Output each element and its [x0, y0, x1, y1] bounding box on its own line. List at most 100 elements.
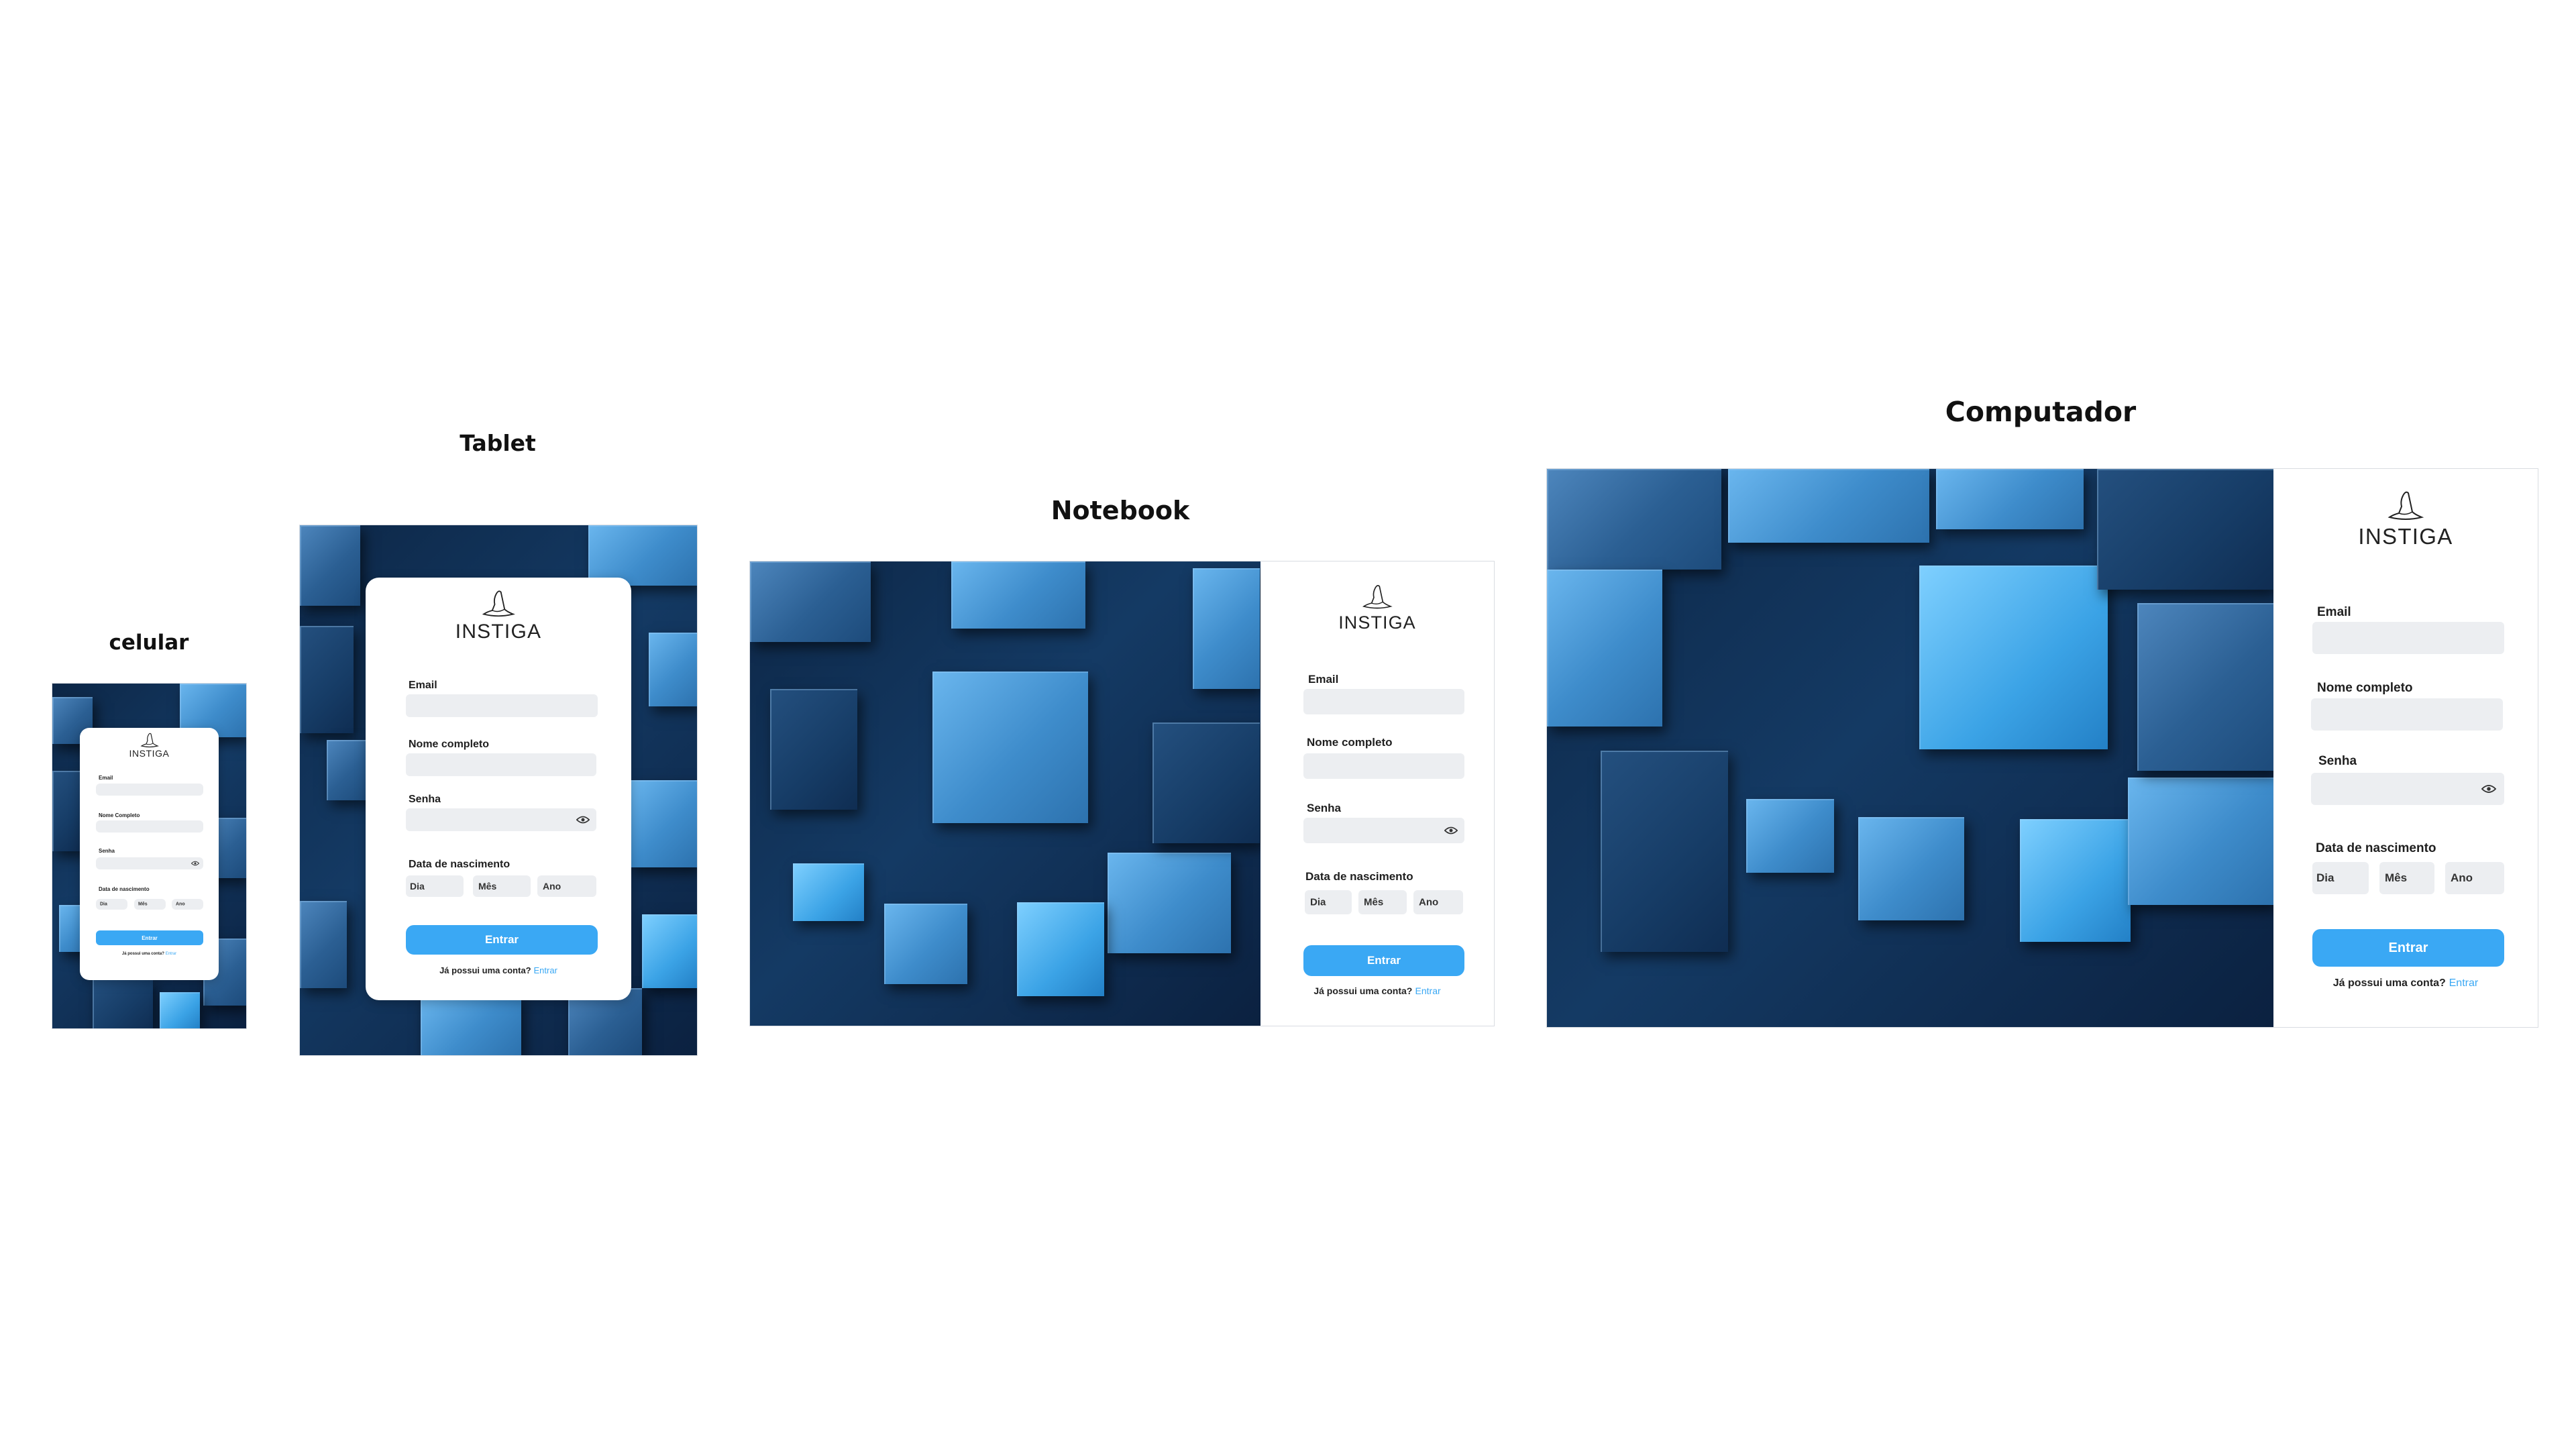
- password-field[interactable]: [1303, 818, 1464, 843]
- email-field[interactable]: [1303, 689, 1464, 714]
- cube-shape: [1547, 469, 1721, 570]
- cube-shape: [421, 995, 521, 1055]
- password-field[interactable]: [96, 857, 203, 869]
- submit-button[interactable]: Entrar: [1303, 945, 1464, 976]
- day-field[interactable]: Dia: [2312, 862, 2369, 894]
- day-label: Dia: [2316, 871, 2334, 884]
- eye-icon[interactable]: [576, 816, 590, 824]
- cube-shape: [1017, 902, 1104, 996]
- password-label: Senha: [1307, 802, 1342, 814]
- month-label: Mês: [1364, 896, 1384, 908]
- name-label: Nome completo: [1307, 736, 1393, 749]
- login-prompt: Já possui uma conta? Entrar: [366, 965, 631, 975]
- birthdate-label: Data de nascimento: [409, 859, 511, 870]
- email-field[interactable]: [406, 694, 598, 717]
- login-link[interactable]: Entrar: [1415, 985, 1441, 996]
- year-field[interactable]: Ano: [1413, 890, 1463, 914]
- name-label: Nome Completo: [99, 812, 140, 818]
- day-field[interactable]: Dia: [96, 899, 127, 910]
- birthdate-label: Data de nascimento: [2316, 841, 2436, 855]
- wizard-hat-icon: [2387, 491, 2424, 520]
- name-field[interactable]: [1303, 753, 1464, 779]
- month-label: Mês: [138, 902, 148, 907]
- day-field[interactable]: Dia: [406, 875, 464, 897]
- cube-shape: [750, 561, 871, 642]
- login-prompt: Já possui uma conta? Entrar: [1260, 985, 1494, 996]
- login-link[interactable]: Entrar: [166, 952, 176, 956]
- cube-shape: [300, 525, 360, 606]
- cube-shape: [793, 863, 864, 921]
- month-field[interactable]: Mês: [1358, 890, 1407, 914]
- cube-shape: [588, 525, 697, 586]
- phone-mockup: INSTIGA Email Nome Completo Senha Data d…: [52, 683, 247, 1029]
- desktop-mockup: INSTIGA Email Nome completo Senha Data d…: [1546, 468, 2538, 1028]
- tablet-mockup: INSTIGA Email Nome completo Senha Data d…: [299, 525, 698, 1056]
- year-field[interactable]: Ano: [172, 899, 203, 910]
- cube-shape: [2128, 777, 2273, 905]
- month-label: Mês: [478, 881, 497, 892]
- year-label: Ano: [2451, 871, 2473, 884]
- submit-button[interactable]: Entrar: [2312, 929, 2504, 967]
- desktop-title: Computador: [1945, 396, 2137, 428]
- phone-title: celular: [109, 631, 189, 655]
- login-prompt: Já possui uma conta? Entrar: [80, 952, 219, 956]
- login-prompt-text: Já possui uma conta?: [439, 965, 531, 975]
- cube-background: [750, 561, 1260, 1026]
- month-field[interactable]: Mês: [473, 875, 531, 897]
- notebook-title: Notebook: [1051, 496, 1190, 525]
- cube-shape: [52, 771, 83, 851]
- month-label: Mês: [2385, 871, 2408, 884]
- submit-button[interactable]: Entrar: [96, 930, 203, 945]
- name-field[interactable]: [96, 820, 203, 833]
- cube-shape: [93, 979, 153, 1028]
- year-field[interactable]: Ano: [537, 875, 596, 897]
- password-field[interactable]: [2311, 773, 2504, 805]
- cube-shape: [1858, 817, 1964, 920]
- day-label: Dia: [410, 881, 425, 892]
- cube-shape: [2097, 469, 2273, 590]
- tablet-title: Tablet: [460, 430, 536, 456]
- cube-shape: [1193, 568, 1260, 689]
- brand-name: INSTIGA: [129, 748, 170, 759]
- name-field[interactable]: [406, 753, 596, 776]
- login-link[interactable]: Entrar: [534, 965, 557, 975]
- brand-logo: INSTIGA: [1260, 583, 1494, 633]
- login-link[interactable]: Entrar: [2449, 977, 2479, 989]
- cube-shape: [300, 901, 347, 988]
- cube-shape: [300, 626, 354, 733]
- password-label: Senha: [409, 794, 441, 805]
- password-label: Senha: [99, 848, 115, 854]
- eye-icon[interactable]: [1444, 826, 1458, 835]
- year-field[interactable]: Ano: [2445, 862, 2504, 894]
- birthdate-label: Data de nascimento: [1305, 870, 1413, 883]
- name-field[interactable]: [2311, 698, 2503, 731]
- cube-shape: [1728, 469, 1929, 543]
- login-panel: INSTIGA Email Nome completo Senha Data d…: [2273, 469, 2538, 1027]
- month-field[interactable]: Mês: [2379, 862, 2434, 894]
- cube-shape: [1108, 853, 1231, 953]
- wizard-hat-icon: [482, 590, 515, 617]
- cube-shape: [2020, 819, 2131, 942]
- cube-shape: [160, 992, 200, 1028]
- month-field[interactable]: Mês: [134, 899, 166, 910]
- email-field[interactable]: [96, 784, 203, 796]
- cube-shape: [642, 914, 697, 988]
- name-label: Nome completo: [409, 739, 490, 750]
- brand-logo: INSTIGA: [366, 588, 631, 643]
- brand-logo: INSTIGA: [2273, 489, 2538, 549]
- submit-button[interactable]: Entrar: [406, 925, 598, 955]
- password-field[interactable]: [406, 808, 596, 831]
- day-field[interactable]: Dia: [1305, 890, 1352, 914]
- cube-shape: [770, 689, 857, 810]
- cube-background: [1547, 469, 2273, 1027]
- eye-icon[interactable]: [2481, 784, 2496, 794]
- name-label: Nome completo: [2317, 681, 2413, 695]
- year-label: Ano: [176, 902, 185, 907]
- email-field[interactable]: [2312, 622, 2504, 654]
- login-prompt-text: Já possui uma conta?: [1313, 985, 1413, 996]
- notebook-mockup: INSTIGA Email Nome completo Senha Data d…: [749, 561, 1495, 1026]
- eye-icon[interactable]: [191, 861, 199, 866]
- cube-shape: [932, 672, 1088, 823]
- login-prompt-text: Já possui uma conta?: [121, 952, 164, 956]
- cube-shape: [884, 904, 967, 984]
